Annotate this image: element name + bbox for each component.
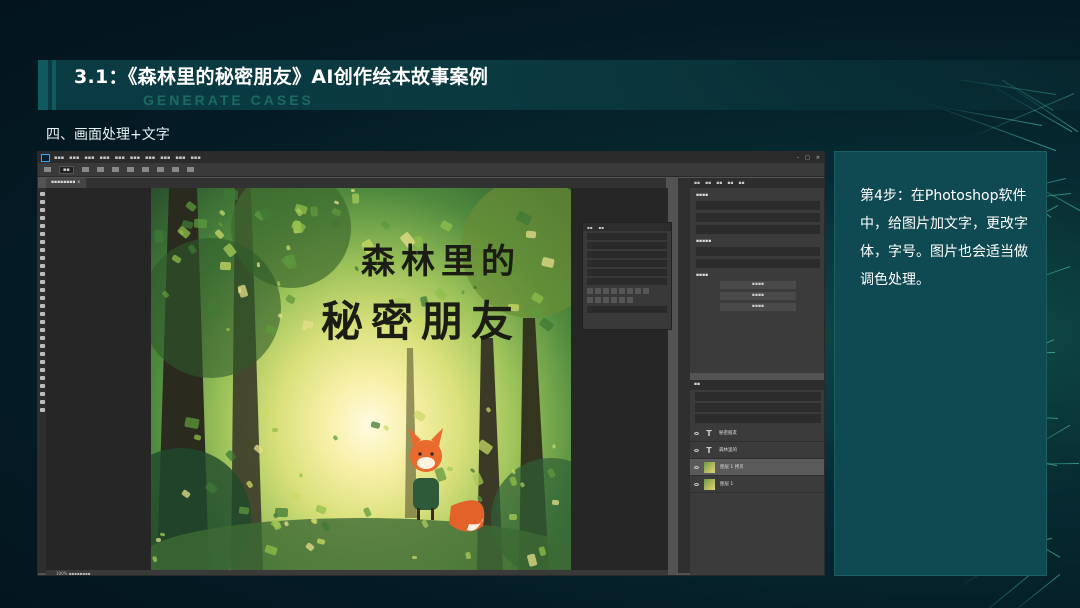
layer-name: 秘密朋友 [719, 431, 737, 436]
layer-row: 图层 1 拷贝 [690, 459, 824, 476]
ps-properties-panel: ▪▪ ▪▪ ▪▪ ▪▪ ▪▪ ▪▪▪▪ ▪▪▪▪▪ ▪▪▪▪ ▪▪▪▪ ▪▪▪▪ ▪▪▪▪ [690, 178, 824, 373]
tool-icon [39, 240, 45, 244]
ps-status-bar: 100% ▪▪▪▪▪▪▪▪ [46, 570, 668, 575]
tool-icon [39, 376, 45, 380]
leaf-shape [223, 189, 238, 200]
tool-icon [39, 272, 45, 276]
window-controls: – □ × [796, 154, 820, 161]
leaf-shape [219, 261, 231, 270]
ps-logo-icon [41, 153, 50, 162]
leaf-shape [285, 244, 291, 251]
ps-menubar: ▪▪▪ ▪▪▪ ▪▪▪ ▪▪▪ ▪▪▪ ▪▪▪ ▪▪▪ ▪▪▪ ▪▪▪ ▪▪▪ – □ × [38, 152, 824, 163]
leaf-shape [193, 218, 208, 229]
leaf-shape [411, 555, 418, 560]
slide-title: 3.1：《森林里的秘密朋友》AI创作绘本故事案例 [74, 66, 489, 88]
artwork-title-line2: 秘密朋友 [321, 297, 522, 346]
leaf-shape [238, 506, 250, 515]
tool-icon [39, 320, 45, 324]
layer-row: T 秘密朋友 [690, 425, 824, 442]
layer-row: 图层 1 [690, 476, 824, 493]
ps-toolbar [38, 188, 46, 573]
tool-icon [39, 336, 45, 340]
slide-subtitle: GENERATE CASES [143, 92, 314, 108]
tool-icon [39, 352, 45, 356]
tool-icon [39, 384, 45, 388]
photoshop-screenshot: ▪▪▪ ▪▪▪ ▪▪▪ ▪▪▪ ▪▪▪ ▪▪▪ ▪▪▪ ▪▪▪ ▪▪▪ ▪▪▪ – □ × ▪▪ ▪▪… [37, 151, 825, 576]
leaf-shape [351, 193, 360, 204]
tool-icon [39, 328, 45, 332]
tool-icon [39, 248, 45, 252]
tool-icon [39, 392, 45, 396]
tool-icon [39, 304, 45, 308]
image-layer-thumbnail [704, 478, 715, 490]
tool-icon [39, 208, 45, 212]
ps-panel-strip [678, 178, 690, 573]
leaf-shape [509, 513, 518, 520]
leaf-shape [309, 205, 318, 217]
tool-icon [39, 256, 45, 260]
layer-name: 图层 1 [720, 482, 734, 487]
ps-character-panel: ▪▪ ▪▪ [582, 222, 672, 330]
tool-icon [39, 296, 45, 300]
tool-icon [39, 224, 45, 228]
leaf-shape [313, 517, 318, 524]
leaf-shape [275, 507, 290, 518]
layer-name: 图层 1 拷贝 [720, 465, 744, 470]
tool-icon [39, 216, 45, 220]
ps-document-tabs: ▪▪▪▪▪▪▪▪ × [46, 178, 666, 188]
layer-name: 森林里的 [719, 448, 737, 453]
ps-layers-panel: ▪▪ T 秘密朋友 T 森林里的 图层 1 拷贝 图层 1 [690, 380, 824, 575]
leaf-shape [299, 473, 302, 478]
leaf-shape [525, 230, 536, 239]
ps-options-bar: ▪▪ [38, 163, 824, 177]
tool-icon [39, 368, 45, 372]
eye-icon [694, 448, 699, 452]
eye-icon [694, 431, 699, 435]
leaf-shape [350, 188, 355, 192]
eye-icon [694, 465, 699, 469]
text-layer-icon: T [706, 445, 712, 455]
title-accent-stripe [52, 60, 56, 110]
tool-icon [39, 312, 45, 316]
tool-icon [39, 360, 45, 364]
title-accent-block [38, 60, 48, 110]
tool-icon [39, 280, 45, 284]
artwork-title-line1: 森林里的 [361, 242, 521, 282]
layer-list: T 秘密朋友 T 森林里的图层 1 拷贝 图层 1 [690, 425, 824, 493]
tool-icon [39, 408, 45, 412]
tool-icon [39, 232, 45, 236]
tool-icon [39, 288, 45, 292]
tool-icon [39, 200, 45, 204]
leaf-shape [225, 327, 231, 331]
text-layer-icon: T [706, 428, 712, 438]
section-heading: 四、画面处理+文字 [46, 127, 170, 143]
leaf-shape [551, 499, 560, 506]
layer-row: T 森林里的 [690, 442, 824, 459]
leaf-shape [153, 229, 164, 244]
image-layer-thumbnail [704, 461, 715, 473]
tool-icon [39, 344, 45, 348]
artwork-forest-fox: 森林里的 秘密朋友 [151, 188, 571, 570]
leaf-shape [262, 407, 270, 416]
tool-icon [39, 192, 45, 196]
step-description: 第4步：在Photoshop软件中，给图片加文字，更改字体，字号。图片也会适当做… [860, 188, 1028, 288]
eye-icon [694, 482, 699, 486]
tool-icon [39, 264, 45, 268]
particle-streak [1006, 574, 1060, 608]
tool-icon [39, 400, 45, 404]
